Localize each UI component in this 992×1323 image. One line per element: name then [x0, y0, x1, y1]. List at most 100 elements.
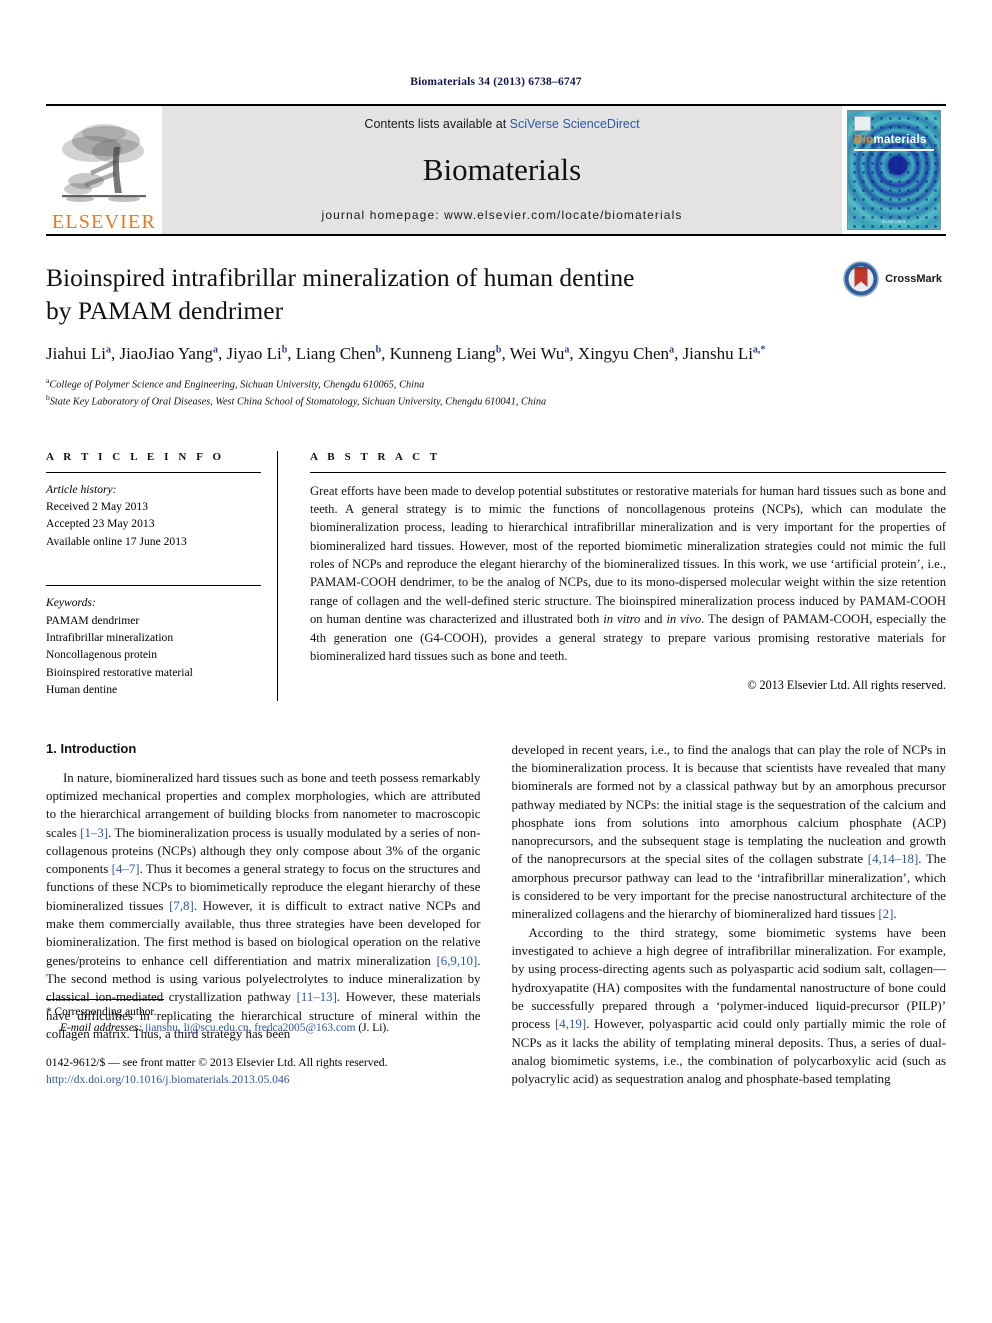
page-title: Bioinspired intrafibrillar mineralizatio… — [46, 262, 746, 327]
footnote-block: * Corresponding author. E-mail addresses… — [46, 998, 481, 1089]
citation-ref[interactable]: [7,8] — [169, 899, 194, 913]
citation-ref[interactable]: [4–7] — [112, 862, 140, 876]
affiliation-item: aCollege of Polymer Science and Engineer… — [46, 376, 946, 393]
author-name: Jianshu Li — [682, 344, 753, 364]
intro-text: . — [893, 907, 897, 922]
cover-footer-text: ELSEVIER — [882, 219, 906, 224]
abstract-copyright: © 2013 Elsevier Ltd. All rights reserved… — [747, 678, 946, 693]
cover-society-badge-icon — [854, 116, 871, 131]
keyword-item: PAMAM dendrimer — [46, 613, 140, 627]
author-name: Jiahui Li — [46, 344, 106, 364]
issn-line: 0142-9612/$ — see front matter © 2013 El… — [46, 1055, 388, 1069]
history-item: Available online 17 June 2013 — [46, 534, 187, 548]
article-history-label: Article history: — [46, 482, 117, 496]
crossmark-icon — [843, 261, 879, 297]
citation-ref[interactable]: [6,9,10] — [436, 954, 477, 968]
title-line-1: Bioinspired intrafibrillar mineralizatio… — [46, 263, 635, 292]
title-block: Bioinspired intrafibrillar mineralizatio… — [46, 236, 946, 411]
intro-paragraph-right-2: According to the third strategy, some bi… — [512, 924, 947, 1089]
info-abstract-section: A R T I C L E I N F O Article history: R… — [46, 450, 946, 701]
keyword-item: Intrafibrillar mineralization — [46, 630, 174, 644]
journal-band: Contents lists available at SciVerse Sci… — [162, 106, 842, 234]
keyword-item: Noncollagenous protein — [46, 648, 158, 662]
elsevier-wordmark: ELSEVIER — [51, 211, 157, 233]
author-name: Liang Chen — [295, 344, 376, 364]
abstract-italic-in-vitro: in vitro — [603, 612, 641, 627]
crossmark-badge[interactable]: CrossMark — [842, 260, 942, 298]
author-separator: , — [674, 344, 683, 364]
citation-ref[interactable]: [4,19] — [555, 1017, 586, 1031]
affiliation-list: aCollege of Polymer Science and Engineer… — [46, 376, 946, 411]
history-item: Received 2 May 2013 — [46, 499, 149, 513]
keywords-rule — [46, 585, 261, 587]
title-line-2: by PAMAM dendrimer — [46, 295, 284, 325]
intro-text: developed in recent years, i.e., to find… — [511, 742, 947, 867]
keyword-item: Bioinspired restorative material — [46, 665, 193, 679]
email-tail: (J. Li). — [355, 1022, 390, 1035]
article-info-column: A R T I C L E I N F O Article history: R… — [46, 450, 278, 701]
author-name: Xingyu Chen — [577, 344, 670, 364]
crossmark-label: CrossMark — [885, 273, 942, 285]
article-page: Biomaterials 34 (2013) 6738–6747 ELSEVIE… — [0, 0, 992, 1323]
abstract-heading: A B S T R A C T — [310, 450, 441, 463]
cover-title-materials: materials — [873, 134, 927, 146]
article-info-heading: A R T I C L E I N F O — [46, 450, 225, 463]
journal-cover-thumbnail: Biomaterials ELSEVIER — [842, 106, 946, 234]
section-heading-introduction: 1. Introduction — [46, 740, 137, 756]
body-column-left: 1. Introduction In nature, biomineralize… — [46, 741, 481, 1089]
abstract-column: A B S T R A C T Great efforts have been … — [308, 451, 946, 701]
author-separator: , — [381, 344, 390, 364]
author-affiliation-marker: a,* — [752, 344, 766, 356]
running-head: Biomaterials 34 (2013) 6738–6747 — [410, 76, 582, 88]
citation-ref[interactable]: [1–3] — [80, 826, 108, 840]
elsevier-logo: ELSEVIER — [46, 106, 162, 234]
abstract-part-1: Great efforts have been made to develop … — [310, 483, 946, 627]
cover-title: Biomaterials — [854, 134, 927, 146]
keywords-label: Keywords: — [46, 596, 96, 610]
history-item: Accepted 23 May 2013 — [46, 517, 155, 531]
abstract-rule — [310, 471, 946, 473]
journal-masthead: ELSEVIER Contents lists available at Sci… — [46, 106, 946, 234]
intro-text: According to the third strategy, some bi… — [511, 925, 947, 1032]
article-history-list: Received 2 May 2013 Accepted 23 May 2013… — [46, 498, 261, 550]
corresponding-author-note: * Corresponding author. — [46, 1005, 157, 1018]
author-list: Jiahui Lia, JiaoJiao Yanga, Jiyao Lib, L… — [46, 342, 786, 367]
email-link-2[interactable]: fredca2005@163.com — [254, 1022, 355, 1034]
author-separator: , — [501, 344, 510, 364]
body-columns: 1. Introduction In nature, biomineralize… — [46, 741, 946, 1089]
issn-copyright-block: 0142-9612/$ — see front matter © 2013 El… — [46, 1054, 481, 1089]
journal-title: Biomaterials — [422, 152, 582, 187]
email-label: E-mail addresses: — [60, 1022, 143, 1035]
abstract-italic-in-vivo: in vivo — [666, 612, 702, 627]
journal-homepage[interactable]: journal homepage: www.elsevier.com/locat… — [322, 208, 683, 222]
abstract-body: Great efforts have been made to develop … — [310, 482, 946, 666]
author-separator: , — [569, 344, 578, 364]
affiliation-text: College of Polymer Science and Engineeri… — [49, 379, 425, 391]
keywords-list: PAMAM dendrimer Intrafibrillar mineraliz… — [46, 612, 261, 699]
citation-ref[interactable]: [4,14–18] — [868, 852, 918, 866]
affiliation-text: State Key Laboratory of Oral Diseases, W… — [49, 396, 547, 408]
cover-title-bio: Bio — [854, 134, 874, 146]
author-name: Wei Wu — [509, 344, 565, 364]
intro-paragraph-right-1: developed in recent years, i.e., to find… — [512, 741, 947, 924]
affiliation-item: bState Key Laboratory of Oral Diseases, … — [46, 393, 946, 410]
elsevier-tree-icon — [62, 124, 146, 202]
author-name: JiaoJiao Yang — [119, 344, 213, 364]
abstract-part-2: and — [640, 612, 667, 627]
author-name: Jiyao Li — [226, 344, 282, 364]
email-link-1[interactable]: jianshu_li@scu.edu.cn — [145, 1022, 249, 1034]
author-name: Kunneng Liang — [389, 344, 496, 364]
body-column-right: developed in recent years, i.e., to find… — [512, 741, 947, 1089]
sciencedirect-link[interactable]: SciVerse ScienceDirect — [510, 117, 640, 131]
citation-ref[interactable]: [2] — [878, 907, 893, 921]
keyword-item: Human dentine — [46, 683, 118, 697]
contents-available-line: Contents lists available at SciVerse Sci… — [364, 117, 639, 131]
contents-prefix: Contents lists available at — [364, 117, 510, 131]
article-info-rule — [46, 471, 261, 473]
cover-underline — [854, 149, 934, 151]
cover-image: Biomaterials ELSEVIER — [847, 110, 941, 230]
email-note: E-mail addresses: jianshu_li@scu.edu.cn,… — [46, 1020, 481, 1037]
doi-link[interactable]: http://dx.doi.org/10.1016/j.biomaterials… — [46, 1071, 481, 1088]
footnote-rule — [46, 998, 164, 1000]
